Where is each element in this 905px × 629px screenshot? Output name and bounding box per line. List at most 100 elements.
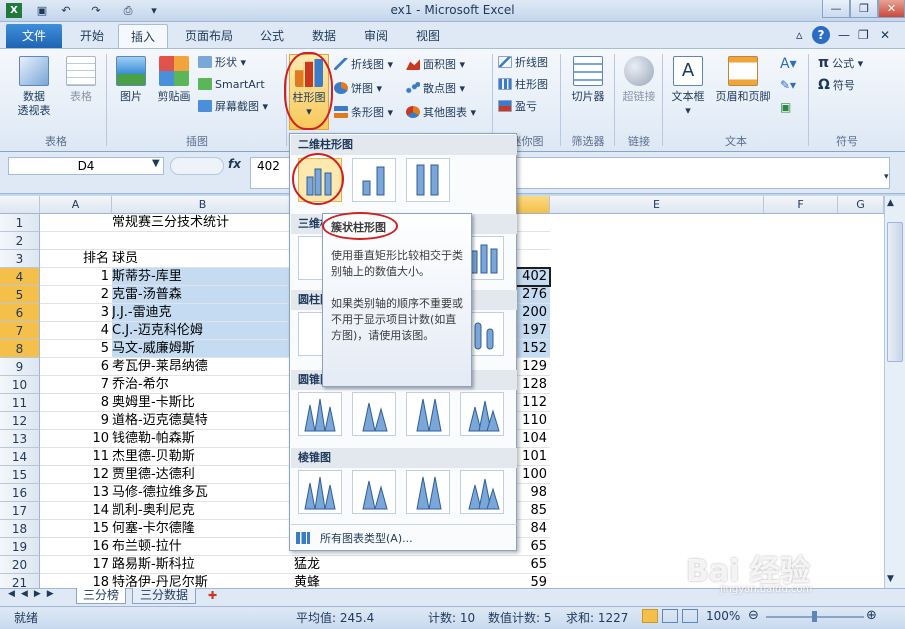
sparkline-winloss-button[interactable]: 盈亏	[498, 98, 537, 116]
row-header[interactable]: 10	[0, 376, 40, 394]
name-box[interactable]: D4	[8, 157, 164, 175]
cell-b-20[interactable]: 路易斯-斯科拉	[112, 556, 294, 574]
column-header[interactable]: E	[550, 196, 764, 214]
close-button[interactable]: ✕	[878, 0, 905, 18]
object-icon[interactable]: ▣	[780, 100, 791, 114]
cell-d-20[interactable]: 65	[416, 556, 550, 574]
row-header[interactable]: 13	[0, 430, 40, 448]
tab-data[interactable]: 数据	[302, 24, 346, 48]
picture-button[interactable]: 图片	[112, 56, 150, 104]
stacked-pyramid-option[interactable]	[352, 470, 396, 514]
row-header[interactable]: 20	[0, 556, 40, 574]
name-box-dropdown-icon[interactable]: ▼	[152, 158, 160, 169]
row-header[interactable]: 1	[0, 214, 40, 232]
percent-stacked-cone-option[interactable]	[406, 392, 450, 436]
signature-line-icon[interactable]: ✎▾	[780, 78, 796, 92]
other-charts-button[interactable]: 其他图表 ▾	[406, 104, 476, 122]
cell-a-4[interactable]: 1	[40, 268, 112, 286]
shapes-button[interactable]: 形状 ▾	[198, 54, 246, 72]
cell-b-14[interactable]: 杰里德-贝勒斯	[112, 448, 294, 466]
restore-button[interactable]: ❐	[850, 0, 878, 18]
cell-a-11[interactable]: 8	[40, 394, 112, 412]
cell-a-18[interactable]: 15	[40, 520, 112, 538]
zoom-out-icon[interactable]: ⊖	[748, 608, 759, 623]
stacked-column-option[interactable]	[352, 158, 396, 202]
tab-review[interactable]: 审阅	[354, 24, 398, 48]
row-header[interactable]: 21	[0, 574, 40, 588]
cell-a-20[interactable]: 17	[40, 556, 112, 574]
cell-b-18[interactable]: 何塞-卡尔德隆	[112, 520, 294, 538]
cell-b-13[interactable]: 钱德勒-帕森斯	[112, 430, 294, 448]
smartart-button[interactable]: SmartArt	[198, 76, 265, 94]
formula-cancel-enter[interactable]	[170, 157, 224, 175]
zoom-level[interactable]: 100%	[706, 609, 740, 623]
cell-a-7[interactable]: 4	[40, 322, 112, 340]
tab-formulas[interactable]: 公式	[250, 24, 294, 48]
tab-view[interactable]: 视图	[406, 24, 450, 48]
cell-a-12[interactable]: 9	[40, 412, 112, 430]
row-header[interactable]: 2	[0, 232, 40, 250]
row-header[interactable]: 17	[0, 502, 40, 520]
percent-stacked-column-option[interactable]	[406, 158, 450, 202]
cell-a-19[interactable]: 16	[40, 538, 112, 556]
insert-function-icon[interactable]: fx	[228, 157, 241, 171]
help-icon[interactable]: ?	[812, 26, 830, 44]
column-header[interactable]: F	[764, 196, 838, 214]
cell-b-3[interactable]: 球员	[112, 250, 294, 268]
hyperlink-button[interactable]: 超链接	[618, 56, 660, 104]
workbook-close-icon[interactable]: ✕	[880, 28, 890, 42]
row-header[interactable]: 8	[0, 340, 40, 358]
line-chart-button[interactable]: 折线图 ▾	[334, 56, 393, 74]
scroll-up-icon[interactable]: ▲	[887, 198, 894, 208]
cell-b-9[interactable]: 考瓦伊-莱昂纳德	[112, 358, 294, 376]
zoom-in-icon[interactable]: ⊕	[866, 608, 877, 623]
page-break-view-icon[interactable]	[682, 609, 698, 623]
minimize-ribbon-icon[interactable]: ▵	[796, 28, 803, 43]
3d-cone-option[interactable]	[460, 392, 504, 436]
row-header[interactable]: 11	[0, 394, 40, 412]
cell-b-12[interactable]: 道格-迈克德莫特	[112, 412, 294, 430]
all-chart-types-item[interactable]: 所有图表类型(A)...	[296, 530, 512, 548]
cell-a-8[interactable]: 5	[40, 340, 112, 358]
sparkline-line-button[interactable]: 折线图	[498, 54, 548, 72]
table-button[interactable]: 表格	[62, 56, 100, 104]
cell-a-9[interactable]: 6	[40, 358, 112, 376]
minimize-button[interactable]: —	[822, 0, 850, 18]
scroll-thumb[interactable]	[887, 222, 903, 362]
row-header[interactable]: 16	[0, 484, 40, 502]
cell-b-21[interactable]: 特洛伊-丹尼尔斯	[112, 574, 294, 588]
cell-a-13[interactable]: 10	[40, 430, 112, 448]
column-header[interactable]: B	[112, 196, 294, 214]
cell-a-2[interactable]	[40, 232, 112, 250]
cell-a-14[interactable]: 11	[40, 448, 112, 466]
cell-a-5[interactable]: 2	[40, 286, 112, 304]
cell-a-6[interactable]: 3	[40, 304, 112, 322]
cell-a-15[interactable]: 12	[40, 466, 112, 484]
cell-d-21[interactable]: 59	[416, 574, 550, 588]
workbook-restore-icon[interactable]: ❐	[858, 28, 869, 42]
cell-b-2[interactable]	[112, 232, 294, 250]
wordart-icon[interactable]: A▾	[780, 56, 797, 72]
cell-b-6[interactable]: J.J.-雷迪克	[112, 304, 294, 322]
percent-stacked-pyramid-option[interactable]	[406, 470, 450, 514]
row-header[interactable]: 4	[0, 268, 40, 286]
scatter-chart-button[interactable]: 散点图 ▾	[406, 80, 465, 98]
cell-a-16[interactable]: 13	[40, 484, 112, 502]
column-header[interactable]: G	[838, 196, 884, 214]
cell-b-5[interactable]: 克雷-汤普森	[112, 286, 294, 304]
pivot-table-button[interactable]: 数据 透视表	[10, 56, 58, 118]
header-footer-button[interactable]: 页眉和页脚	[710, 56, 776, 104]
workbook-minimize-icon[interactable]: —	[838, 28, 850, 42]
screenshot-button[interactable]: 屏幕截图 ▾	[198, 98, 268, 116]
row-header[interactable]: 12	[0, 412, 40, 430]
zoom-slider-thumb[interactable]	[812, 611, 817, 622]
sheet-tab-active[interactable]: 三分榜	[76, 588, 126, 604]
row-header[interactable]: 19	[0, 538, 40, 556]
textbox-button[interactable]: A 文本框 ▾	[668, 56, 708, 118]
row-header[interactable]: 6	[0, 304, 40, 322]
cell-a-21[interactable]: 18	[40, 574, 112, 588]
cell-b-11[interactable]: 奥姆里-卡斯比	[112, 394, 294, 412]
cell-b-15[interactable]: 贾里德-达德利	[112, 466, 294, 484]
sheet-tab[interactable]: 三分数据	[132, 588, 196, 604]
cell-b-7[interactable]: C.J.-迈克科伦姆	[112, 322, 294, 340]
